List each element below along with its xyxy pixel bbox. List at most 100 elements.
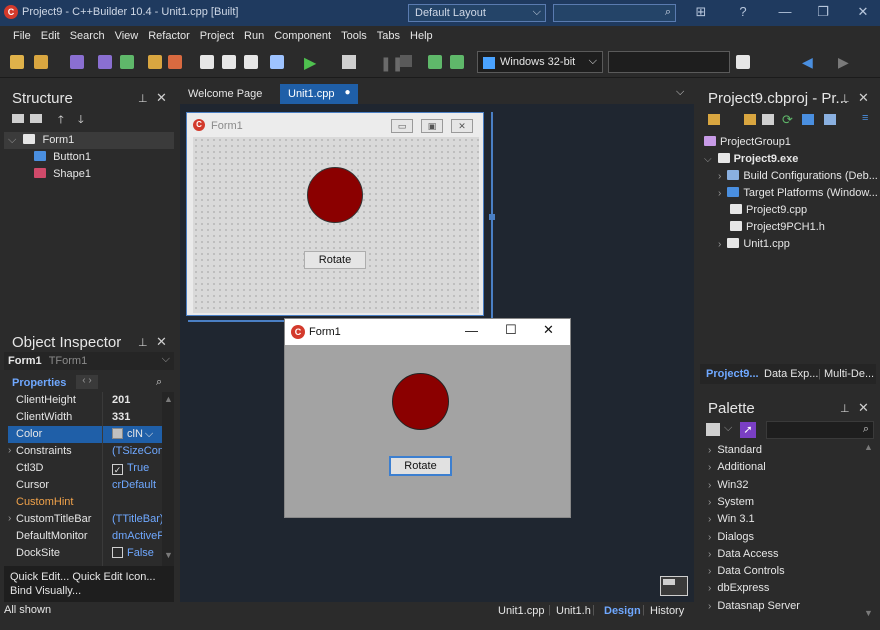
palette-menu-icon[interactable] [706, 423, 720, 436]
chevron-right-icon[interactable]: › [708, 480, 711, 491]
help-button[interactable]: ? [732, 4, 754, 19]
property-row[interactable]: › Constraints (TSizeCons [8, 443, 166, 460]
property-row[interactable]: CustomHint [8, 494, 164, 511]
property-row[interactable]: Color clN ⌵ [8, 426, 164, 443]
menu-project[interactable]: Project [195, 26, 239, 46]
layout-combo[interactable]: Default Layout ⌵ [408, 4, 546, 22]
more-icon[interactable]: ≡ [862, 112, 868, 124]
project-tree-item[interactable]: › Build Configurations (Deb... [718, 168, 878, 185]
button1-rotate[interactable]: Rotate [304, 251, 366, 269]
tree-item[interactable]: Shape1 [34, 166, 91, 183]
property-row[interactable]: DefaultMonitor dmActiveF [8, 528, 164, 545]
config-combo[interactable] [608, 51, 730, 73]
palette-category[interactable]: › Additional [708, 459, 766, 476]
chevron-right-icon[interactable]: › [718, 239, 721, 250]
expand-all-icon[interactable] [12, 114, 24, 123]
running-form-window[interactable]: C Form1 — ☐ ✕ Rotate [284, 318, 571, 518]
palette-category[interactable]: › Dialogs [708, 529, 754, 546]
tab-scroll-arrows[interactable]: ‹ › [76, 375, 98, 389]
activate-icon[interactable] [708, 114, 720, 125]
collapse-all-icon[interactable] [30, 114, 42, 123]
chevron-down-icon[interactable]: ⌵ [704, 154, 712, 165]
palette-category[interactable]: › Datasnap Server [708, 598, 800, 615]
cursor-pointer-icon[interactable]: ➚ [740, 422, 756, 438]
inspector-scrollbar[interactable]: ▲ ▼ [162, 392, 174, 566]
menu-view[interactable]: View [110, 26, 144, 46]
close-button[interactable]: ✕ [852, 4, 874, 20]
minimize-button[interactable]: — [465, 323, 478, 338]
tab-unit1-h[interactable]: Unit1.h [556, 605, 591, 617]
maximize-button[interactable]: ❐ [812, 4, 834, 20]
minimize-button[interactable]: — [774, 4, 796, 19]
object-selector-combo[interactable]: Form1 TForm1 ⌵ [4, 352, 174, 370]
feedback-icon[interactable]: ⊞ [690, 4, 712, 20]
property-value[interactable]: 201 [112, 394, 166, 406]
property-value[interactable]: dmActiveF [112, 530, 166, 542]
chevron-right-icon[interactable]: › [708, 445, 711, 456]
chevron-right-icon[interactable]: › [708, 514, 711, 525]
build-icon[interactable] [824, 114, 836, 125]
arrow-up-icon[interactable]: 🡑 [58, 111, 64, 130]
property-row[interactable]: Cursor crDefault [8, 477, 164, 494]
run-without-debug-icon[interactable] [342, 55, 356, 69]
device-icon[interactable] [736, 55, 750, 69]
palette-category[interactable]: › dbExpress [708, 580, 769, 597]
quick-edit-links[interactable]: Quick Edit... Quick Edit Icon... [10, 570, 168, 584]
menu-help[interactable]: Help [405, 26, 438, 46]
chevron-right-icon[interactable]: › [708, 497, 711, 508]
project-tree-item[interactable]: › Unit1.cpp [718, 236, 790, 253]
property-value[interactable]: 331 [112, 411, 166, 423]
menu-run[interactable]: Run [239, 26, 269, 46]
property-row[interactable]: › CustomTitleBar (TTitleBar) [8, 511, 164, 528]
palette-search-input[interactable]: ⌕ [766, 421, 874, 439]
tab-design[interactable]: Design [604, 605, 641, 617]
chevron-right-icon[interactable]: › [718, 188, 721, 199]
arrow-down-icon[interactable]: 🡓 [78, 111, 84, 130]
rotate-button[interactable]: Rotate [389, 456, 452, 476]
close-icon[interactable]: ✕ [858, 90, 869, 106]
property-value[interactable]: (TSizeCons [112, 445, 166, 457]
tree-item[interactable]: Button1 [34, 149, 91, 166]
add-new-icon[interactable] [744, 114, 756, 125]
menu-tools[interactable]: Tools [336, 26, 372, 46]
design-form-client[interactable]: Rotate [193, 137, 479, 313]
chevron-right-icon[interactable]: › [8, 445, 11, 456]
chevron-right-icon[interactable]: › [708, 601, 711, 612]
tab-multi-device[interactable]: Multi-De... [824, 368, 874, 380]
run-icon[interactable]: ▶ [304, 53, 316, 73]
palette-category[interactable]: › Data Controls [708, 563, 785, 580]
tab-unit1-cpp-bottom[interactable]: Unit1.cpp [498, 605, 544, 617]
palette-scrollbar[interactable]: ▲ ▼ [862, 440, 874, 622]
tabs-dropdown-icon[interactable]: ⌵ [676, 86, 684, 99]
chevron-right-icon[interactable]: › [708, 583, 711, 594]
property-row[interactable]: DockSite False [8, 545, 164, 562]
forward-icon[interactable]: ▶ [838, 54, 849, 71]
scroll-down-icon[interactable]: ▼ [164, 550, 173, 560]
project-tree-item[interactable]: Project9PCH1.h [718, 219, 825, 236]
project-tree-item[interactable]: ProjectGroup1 [704, 134, 791, 151]
remove-file-icon[interactable] [168, 55, 182, 69]
palette-category[interactable]: › Win 3.1 [708, 511, 755, 528]
property-row[interactable]: Ctl3D ✓ True [8, 460, 164, 477]
chevron-right-icon[interactable]: › [708, 566, 711, 577]
step-over-icon[interactable] [450, 55, 464, 69]
remove-icon[interactable] [762, 114, 774, 125]
pin-icon[interactable]: ⊥ [840, 92, 850, 105]
tab-data-explorer[interactable]: Data Exp... [764, 368, 818, 380]
menu-tabs[interactable]: Tabs [372, 26, 405, 46]
pin-icon[interactable]: ⊥ [840, 402, 850, 415]
save-all-icon[interactable] [98, 55, 112, 69]
sync-icon[interactable]: ⟳ [782, 112, 793, 128]
menu-file[interactable]: File [8, 26, 36, 46]
view-form-icon[interactable] [244, 55, 258, 69]
project-tree-item[interactable]: ⌵ Project9.exe [704, 151, 798, 168]
property-value[interactable]: False [112, 547, 166, 559]
tab-properties[interactable]: Properties [12, 377, 66, 389]
open-icon[interactable] [34, 55, 48, 69]
shape1-circle[interactable] [307, 167, 363, 223]
close-icon[interactable]: ✕ [156, 90, 167, 106]
maximize-button[interactable]: ☐ [505, 322, 517, 338]
tab-unit1-cpp[interactable]: Unit1.cpp ● [280, 84, 359, 104]
add-file-icon[interactable] [148, 55, 162, 69]
property-value[interactable]: ✓ True [112, 462, 166, 475]
